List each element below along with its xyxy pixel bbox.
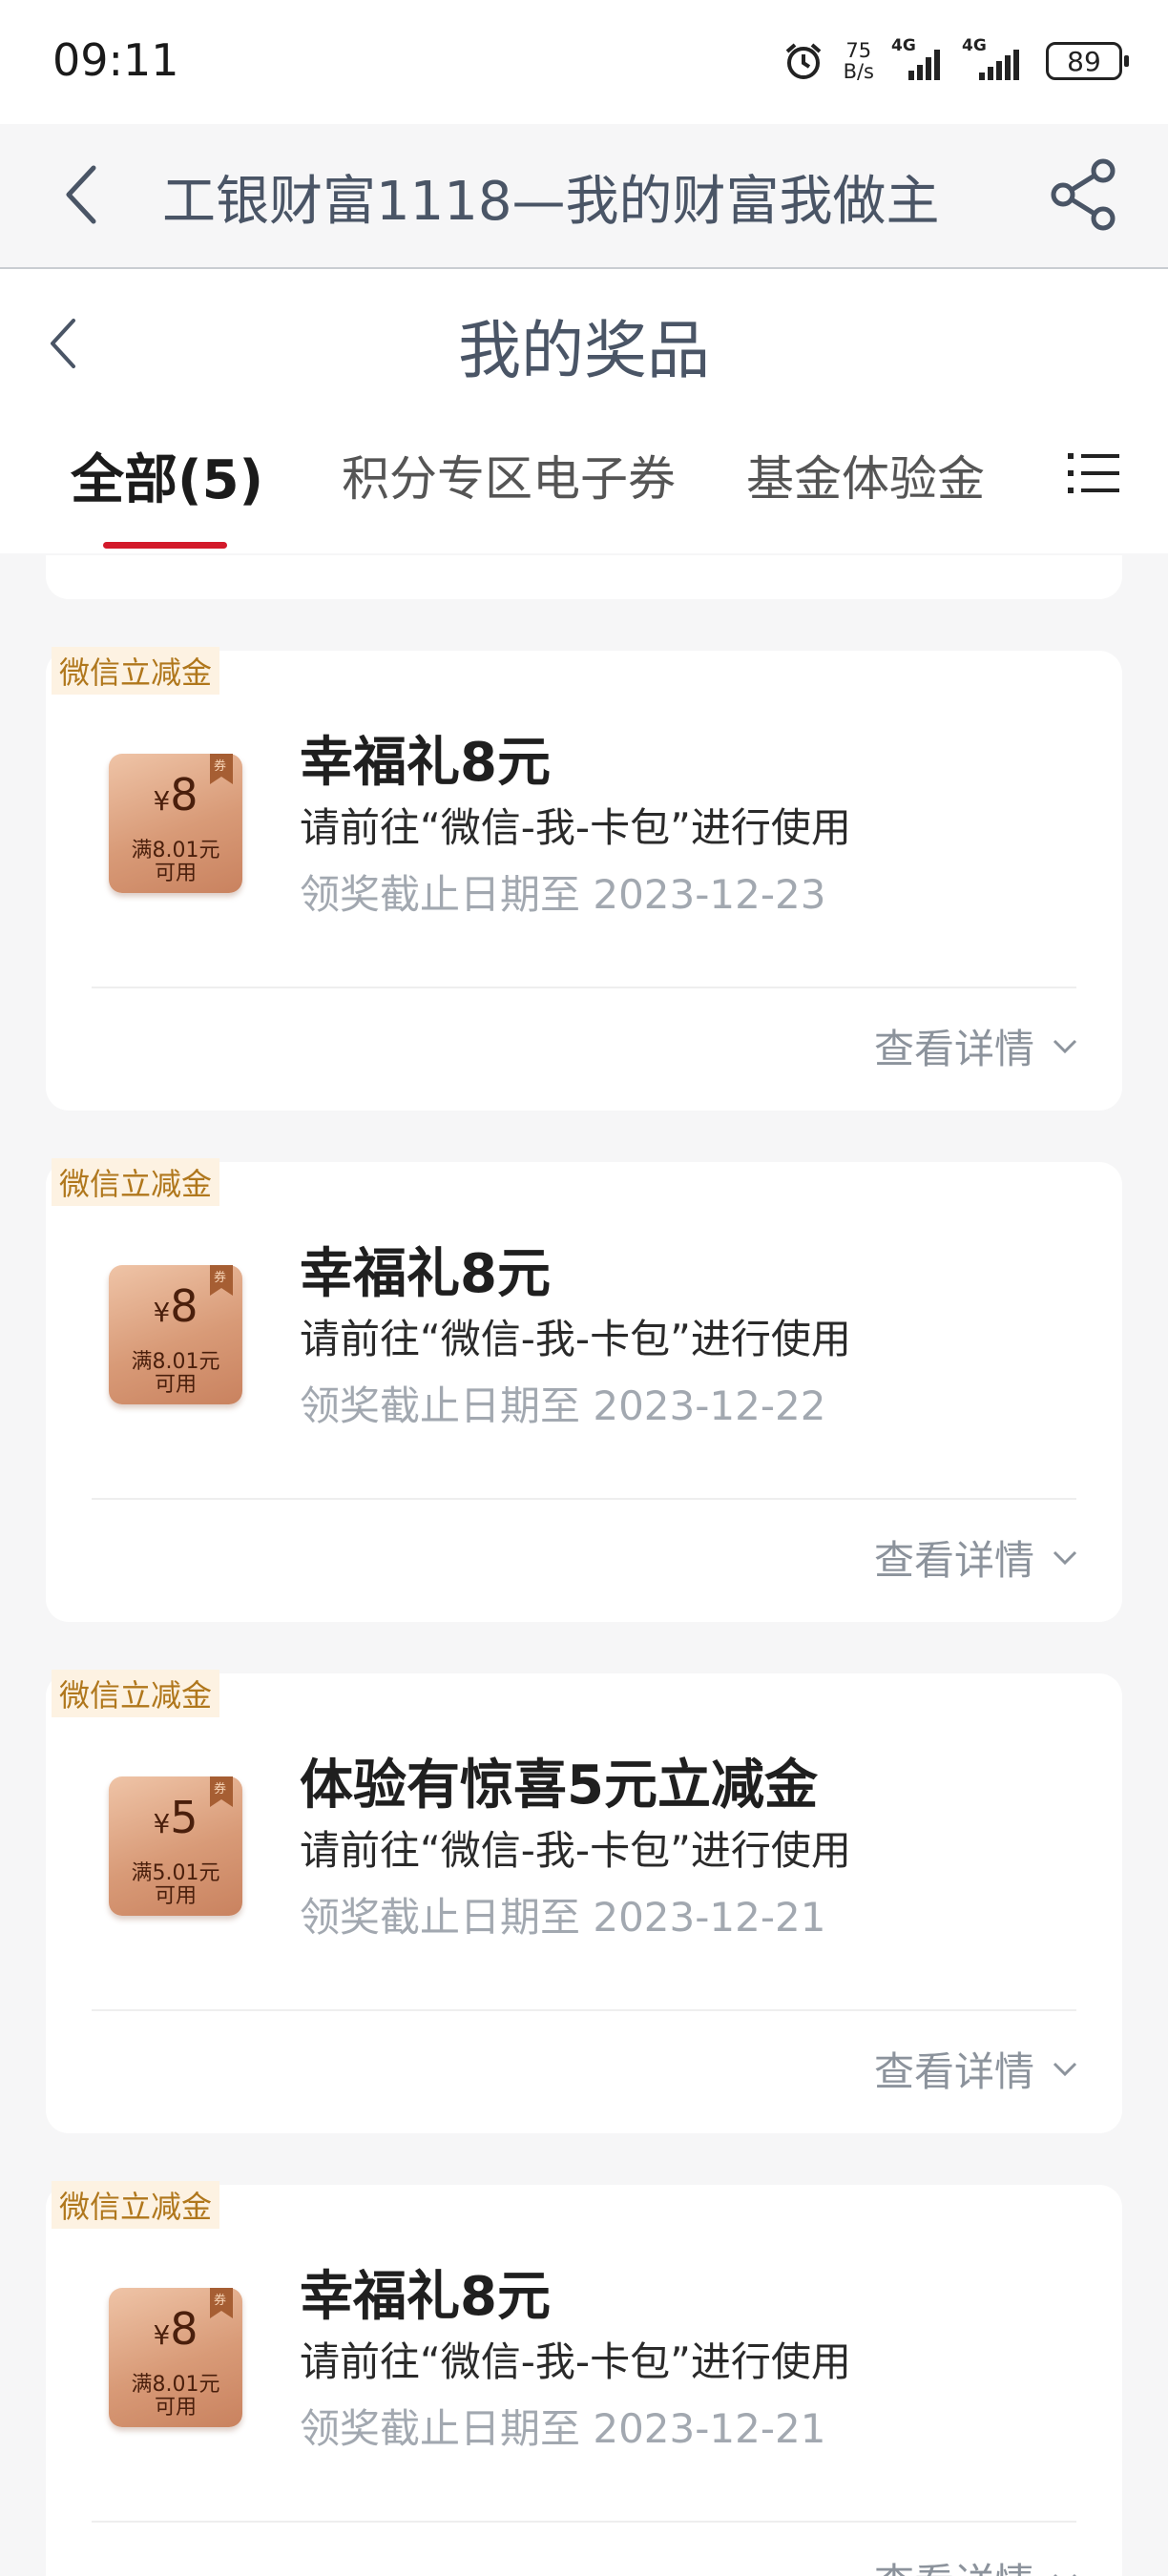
- coupon-icon: 券 ¥8 满8.01元 可用: [109, 1265, 242, 1404]
- chevron-down-icon: [1053, 2062, 1077, 2076]
- prize-tag: 微信立减金: [52, 647, 220, 695]
- prize-tag: 微信立减金: [52, 2181, 220, 2229]
- prize-title: 幸福礼8元: [300, 1243, 551, 1305]
- list-menu-icon: [1068, 453, 1119, 493]
- tab-points-coupons[interactable]: 积分专区电子券: [342, 441, 676, 509]
- coupon-amount: ¥8: [109, 2303, 242, 2355]
- coupon-threshold: 满8.01元: [131, 2373, 220, 2397]
- signal-label: 4G: [962, 36, 987, 55]
- currency-symbol: ¥: [153, 2319, 171, 2351]
- coupon-condition: 满8.01元 可用: [109, 1351, 242, 1397]
- coupon-threshold: 满8.01元: [131, 839, 220, 862]
- menu-button[interactable]: [1065, 445, 1122, 502]
- view-details-label: 查看详情: [874, 2551, 1034, 2576]
- page-header: 我的奖品 全部(5) 积分专区电子券 基金体验金: [0, 269, 1168, 553]
- battery-icon: 89: [1046, 42, 1129, 80]
- divider: [92, 987, 1076, 988]
- currency-symbol: ¥: [153, 1297, 171, 1328]
- coupon-value: 8: [170, 1280, 198, 1332]
- coupon-amount: ¥5: [109, 1792, 242, 1843]
- chevron-down-icon: [1053, 1039, 1077, 1053]
- status-icons: 75 B/s 4G 4G 89: [782, 34, 1129, 88]
- prize-deadline: 领奖截止日期至 2023-12-23: [300, 871, 826, 918]
- prize-list: 微信立减金 券 ¥8 满8.01元 可用 幸福礼8元 请前往“微信-我-卡包”进…: [0, 555, 1168, 2576]
- view-details-button[interactable]: 查看详情: [874, 1528, 1078, 1587]
- coupon-usable: 可用: [154, 1884, 197, 1908]
- prize-title: 幸福礼8元: [300, 2266, 551, 2328]
- network-speed-value: 75: [845, 39, 872, 62]
- coupon-usable: 可用: [154, 2396, 197, 2420]
- coupon-amount: ¥8: [109, 1280, 242, 1332]
- chevron-down-icon: [1053, 1550, 1077, 1565]
- view-details-label: 查看详情: [873, 2048, 1034, 2095]
- share-button[interactable]: [1046, 155, 1122, 235]
- coupon-threshold: 满8.01元: [131, 1350, 220, 1374]
- back-button[interactable]: [53, 160, 111, 229]
- prize-card: 微信立减金 券 ¥8 满8.01元 可用 幸福礼8元 请前往“微信-我-卡包”进…: [46, 1158, 1122, 1622]
- coupon-threshold: 满5.01元: [131, 1861, 220, 1885]
- network-speed-unit: B/s: [843, 60, 874, 83]
- divider: [92, 2009, 1076, 2011]
- divider: [92, 2521, 1076, 2523]
- prize-tag: 微信立减金: [52, 1670, 220, 1717]
- app-bar: 工银财富1118—我的财富我做主: [0, 124, 1168, 269]
- divider: [92, 1498, 1076, 1500]
- tab-active-indicator: [103, 542, 227, 549]
- prize-description: 请前往“微信-我-卡包”进行使用: [300, 1827, 851, 1874]
- prize-deadline: 领奖截止日期至 2023-12-22: [300, 1382, 826, 1429]
- prize-deadline: 领奖截止日期至 2023-12-21: [300, 2405, 826, 2452]
- prize-card: 微信立减金 券 ¥8 满8.01元 可用 幸福礼8元 请前往“微信-我-卡包”进…: [46, 2181, 1122, 2576]
- view-details-label: 查看详情: [873, 1537, 1034, 1584]
- currency-symbol: ¥: [153, 785, 171, 817]
- coupon-icon: 券 ¥5 满5.01元 可用: [109, 1776, 242, 1916]
- coupon-value: 8: [170, 769, 198, 821]
- coupon-icon: 券 ¥8 满8.01元 可用: [109, 754, 242, 893]
- prize-description: 请前往“微信-我-卡包”进行使用: [300, 2338, 851, 2385]
- chevron-down-icon: [1053, 2573, 1077, 2576]
- signal-label: 4G: [891, 36, 916, 55]
- coupon-usable: 可用: [154, 1373, 197, 1397]
- alarm-icon: [785, 43, 821, 79]
- view-details-button[interactable]: 查看详情: [874, 2551, 1078, 2576]
- battery-level: 89: [1067, 45, 1101, 77]
- prize-description: 请前往“微信-我-卡包”进行使用: [300, 1316, 851, 1362]
- view-details-button[interactable]: 查看详情: [874, 2040, 1078, 2098]
- signal-icon: 4G: [891, 36, 945, 80]
- coupon-value: 8: [170, 2303, 198, 2355]
- network-speed: 75 B/s: [844, 40, 874, 82]
- coupon-value: 5: [170, 1792, 198, 1843]
- coupon-icon: 券 ¥8 满8.01元 可用: [109, 2288, 242, 2427]
- status-bar: 09:11 75 B/s 4G 4G 89: [0, 0, 1168, 124]
- chevron-left-icon: [66, 165, 96, 224]
- tab-bar: 全部(5) 积分专区电子券 基金体验金: [0, 441, 1168, 546]
- app-title: 工银财富1118—我的财富我做主: [162, 171, 940, 233]
- page-title: 我的奖品: [458, 314, 710, 387]
- prize-card: 微信立减金 券 ¥5 满5.01元 可用 体验有惊喜5元立减金 请前往“微信-我…: [46, 1670, 1122, 2133]
- prize-deadline: 领奖截止日期至 2023-12-21: [300, 1894, 826, 1941]
- prize-tag: 微信立减金: [52, 1158, 220, 1206]
- prize-card: 微信立减金 券 ¥8 满8.01元 可用 幸福礼8元 请前往“微信-我-卡包”进…: [46, 647, 1122, 1111]
- coupon-condition: 满8.01元 可用: [109, 2374, 242, 2420]
- view-details-label: 查看详情: [873, 1026, 1034, 1072]
- coupon-amount: ¥8: [109, 769, 242, 821]
- view-details-button[interactable]: 查看详情: [874, 1017, 1078, 1075]
- coupon-usable: 可用: [154, 862, 197, 885]
- currency-symbol: ¥: [153, 1808, 171, 1839]
- tab-all[interactable]: 全部(5): [71, 437, 263, 514]
- coupon-condition: 满8.01元 可用: [109, 840, 242, 885]
- prize-description: 请前往“微信-我-卡包”进行使用: [300, 804, 851, 851]
- signal-icon: 4G: [962, 36, 1027, 80]
- tab-fund-trial[interactable]: 基金体验金: [746, 441, 985, 509]
- prize-title: 幸福礼8元: [300, 732, 551, 794]
- prize-card-partial: [46, 555, 1122, 599]
- prize-title: 体验有惊喜5元立减金: [300, 1755, 818, 1817]
- share-icon: [1051, 158, 1116, 231]
- coupon-condition: 满5.01元 可用: [109, 1862, 242, 1908]
- status-time: 09:11: [52, 34, 179, 86]
